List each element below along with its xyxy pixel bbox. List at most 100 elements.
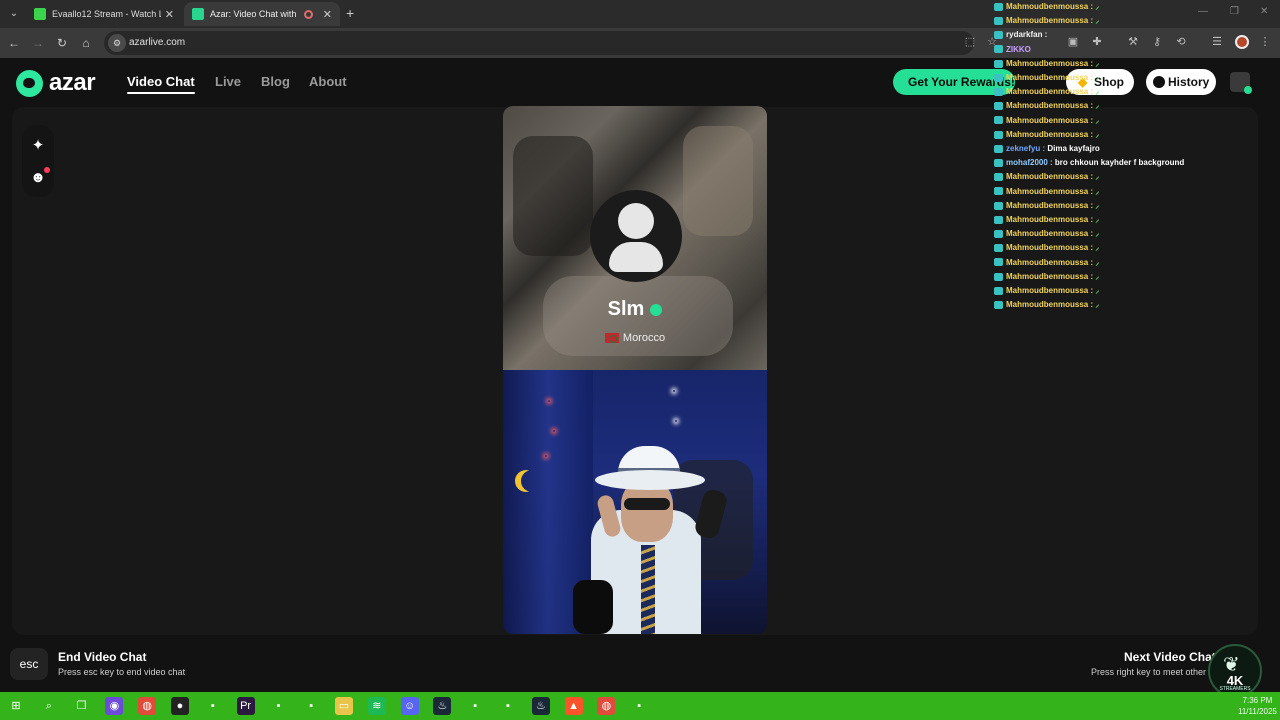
chat-badge-icon bbox=[994, 187, 1003, 196]
record-icon[interactable]: ● bbox=[171, 697, 189, 715]
reload-icon[interactable]: ↻ bbox=[54, 35, 70, 51]
next-video-chat-hint: Press right key to meet other bbox=[1091, 667, 1207, 677]
remote-user-name-row: Slm bbox=[503, 298, 767, 321]
close-window-button[interactable]: ✕ bbox=[1260, 6, 1268, 17]
more-menu-icon[interactable]: ⋮ bbox=[1258, 35, 1272, 49]
home-icon[interactable]: ⌂ bbox=[78, 35, 94, 51]
forward-icon[interactable]: → bbox=[30, 35, 46, 51]
microphone bbox=[573, 580, 613, 634]
string-light bbox=[675, 420, 677, 422]
string-light bbox=[548, 400, 550, 402]
chat-message: Mahmoudbenmoussa : ⸝ bbox=[994, 270, 1099, 284]
close-tab-icon[interactable]: ✕ bbox=[323, 8, 332, 21]
morocco-flag-icon bbox=[604, 333, 619, 344]
address-bar[interactable]: ⚙ azarlive.com bbox=[104, 31, 974, 55]
close-tab-icon[interactable]: ✕ bbox=[165, 8, 174, 21]
taskbar-clock[interactable]: 7:36 PM 11/11/2025 bbox=[1238, 695, 1277, 717]
chat-username: Mahmoudbenmoussa : bbox=[1006, 271, 1094, 281]
nav-video-chat[interactable]: Video Chat bbox=[127, 74, 195, 94]
chat-message: Mahmoudbenmoussa : ⸝ bbox=[994, 298, 1099, 312]
azar-logo-icon bbox=[16, 69, 43, 97]
chat-message: Mahmoudbenmoussa : ⸝ bbox=[994, 213, 1099, 227]
search-icon[interactable]: ⌕ bbox=[40, 697, 58, 715]
task-view-icon[interactable]: ❐ bbox=[73, 697, 91, 715]
chat-message: Mahmoudbenmoussa : ⸝ bbox=[994, 241, 1099, 255]
app-icon[interactable]: ▪ bbox=[302, 697, 320, 715]
chrome-icon[interactable]: ◍ bbox=[597, 697, 616, 715]
chat-username: Mahmoudbenmoussa : bbox=[1006, 243, 1094, 253]
sticker-face-icon[interactable]: ☻ bbox=[22, 163, 54, 193]
chat-badge-icon bbox=[994, 144, 1003, 153]
chat-badge-icon bbox=[994, 102, 1003, 111]
chat-username: Mahmoudbenmoussa : bbox=[1006, 257, 1094, 267]
string-light bbox=[545, 455, 547, 457]
file-explorer-icon[interactable]: ▭ bbox=[335, 697, 353, 715]
remote-user-avatar bbox=[590, 190, 682, 282]
tab-search-menu-icon[interactable]: ⌄ bbox=[6, 6, 22, 22]
chat-message: Mahmoudbenmoussa : ⸝ bbox=[994, 227, 1099, 241]
app-icon[interactable]: ▪ bbox=[499, 697, 517, 715]
chat-username: Mahmoudbenmoussa : bbox=[1006, 300, 1094, 310]
nav-about[interactable]: About bbox=[309, 74, 347, 89]
chat-message: Mahmoudbenmoussa : ⸝ bbox=[994, 256, 1099, 270]
spotify-icon[interactable]: ≋ bbox=[367, 697, 386, 715]
windows-icon[interactable]: ⊞ bbox=[7, 697, 25, 715]
leaf-emote-icon: ⸝ bbox=[1093, 243, 1100, 253]
leaf-emote-icon: ⸝ bbox=[1093, 271, 1100, 281]
chat-username: Mahmoudbenmoussa : bbox=[1006, 73, 1094, 82]
steam-icon[interactable]: ♨ bbox=[531, 697, 550, 715]
effects-sparkle-icon[interactable]: ✦ bbox=[22, 131, 54, 161]
brave-icon[interactable]: ▲ bbox=[564, 697, 583, 715]
chat-message: Mahmoudbenmoussa : ⸝ bbox=[994, 114, 1099, 128]
azar-logo[interactable]: azar bbox=[16, 69, 96, 97]
chat-badge-icon bbox=[994, 301, 1003, 310]
chat-badge-icon bbox=[994, 173, 1003, 182]
next-video-chat-title[interactable]: Next Video Chat bbox=[1124, 650, 1216, 664]
chat-badge-icon bbox=[994, 31, 1003, 40]
nav-blog[interactable]: Blog bbox=[261, 74, 290, 89]
chat-badge-icon bbox=[994, 73, 1003, 82]
side-toolbar: ✦ ☻ bbox=[22, 125, 54, 197]
tab-evaallo-stream[interactable]: Evaallo12 Stream - Watch Live o ✕ bbox=[26, 2, 182, 26]
chat-message: rydarkfan : bbox=[994, 28, 1047, 42]
chat-badge-icon bbox=[994, 258, 1003, 267]
discord-icon[interactable]: ☺ bbox=[400, 697, 419, 715]
account-icon[interactable] bbox=[1230, 72, 1252, 94]
blurred-background bbox=[683, 126, 753, 236]
minimize-button[interactable]: — bbox=[1198, 6, 1208, 17]
remote-user-country: Morocco bbox=[622, 332, 666, 344]
new-tab-button[interactable]: + bbox=[346, 5, 354, 21]
windows-taskbar: 7:36 PM 11/11/2025 ⊞ ⌕ ❐ ◉ ◍ ● ▪ Pr ▪ ▪ ▭ ≋ ☺ ♨ ▪ ▪ ♨ ▲ ◍ ▪ bbox=[0, 692, 1280, 720]
app-icon[interactable]: ▪ bbox=[630, 697, 648, 715]
end-video-chat-title[interactable]: End Video Chat bbox=[58, 650, 146, 664]
chat-username: Mahmoudbenmoussa : bbox=[1006, 186, 1094, 196]
azar-favicon-icon bbox=[192, 8, 204, 20]
profile-avatar[interactable] bbox=[1235, 35, 1249, 49]
chat-message: Mahmoudbenmoussa : ⸝ bbox=[994, 85, 1099, 99]
premiere-icon[interactable]: Pr bbox=[236, 697, 255, 715]
obs-icon[interactable]: ◉ bbox=[105, 697, 124, 715]
back-icon[interactable]: ← bbox=[6, 35, 22, 51]
esc-key-button[interactable]: esc bbox=[10, 648, 48, 680]
install-app-icon[interactable]: ⬚ bbox=[963, 35, 977, 49]
leaf-emote-icon: ⸝ bbox=[1093, 87, 1100, 97]
steam-icon[interactable]: ♨ bbox=[433, 697, 452, 715]
chrome-icon[interactable]: ◍ bbox=[138, 697, 157, 715]
chat-badge-icon bbox=[994, 244, 1003, 253]
app-icon[interactable]: ▪ bbox=[269, 697, 287, 715]
chat-text: Dima kayfajro bbox=[1045, 144, 1100, 153]
app-icon[interactable]: ▪ bbox=[466, 697, 484, 715]
notification-dot bbox=[44, 167, 50, 173]
chat-badge-icon bbox=[994, 201, 1003, 210]
chat-badge-icon bbox=[994, 130, 1003, 139]
leaf-emote-icon: ⸝ bbox=[1093, 300, 1100, 310]
leaf-emote-icon: ⸝ bbox=[1093, 186, 1100, 196]
nav-live[interactable]: Live bbox=[215, 74, 241, 89]
tab-azar-video-chat[interactable]: Azar: Video Chat with New ✕ bbox=[184, 2, 340, 26]
reading-list-icon[interactable]: ☰ bbox=[1210, 35, 1224, 49]
site-info-icon[interactable]: ⚙ bbox=[108, 34, 126, 52]
restore-button[interactable]: ❐ bbox=[1230, 6, 1239, 17]
app-icon[interactable]: ▪ bbox=[204, 697, 222, 715]
remote-user-name: Slm bbox=[607, 298, 645, 320]
recording-indicator-icon bbox=[303, 9, 313, 19]
